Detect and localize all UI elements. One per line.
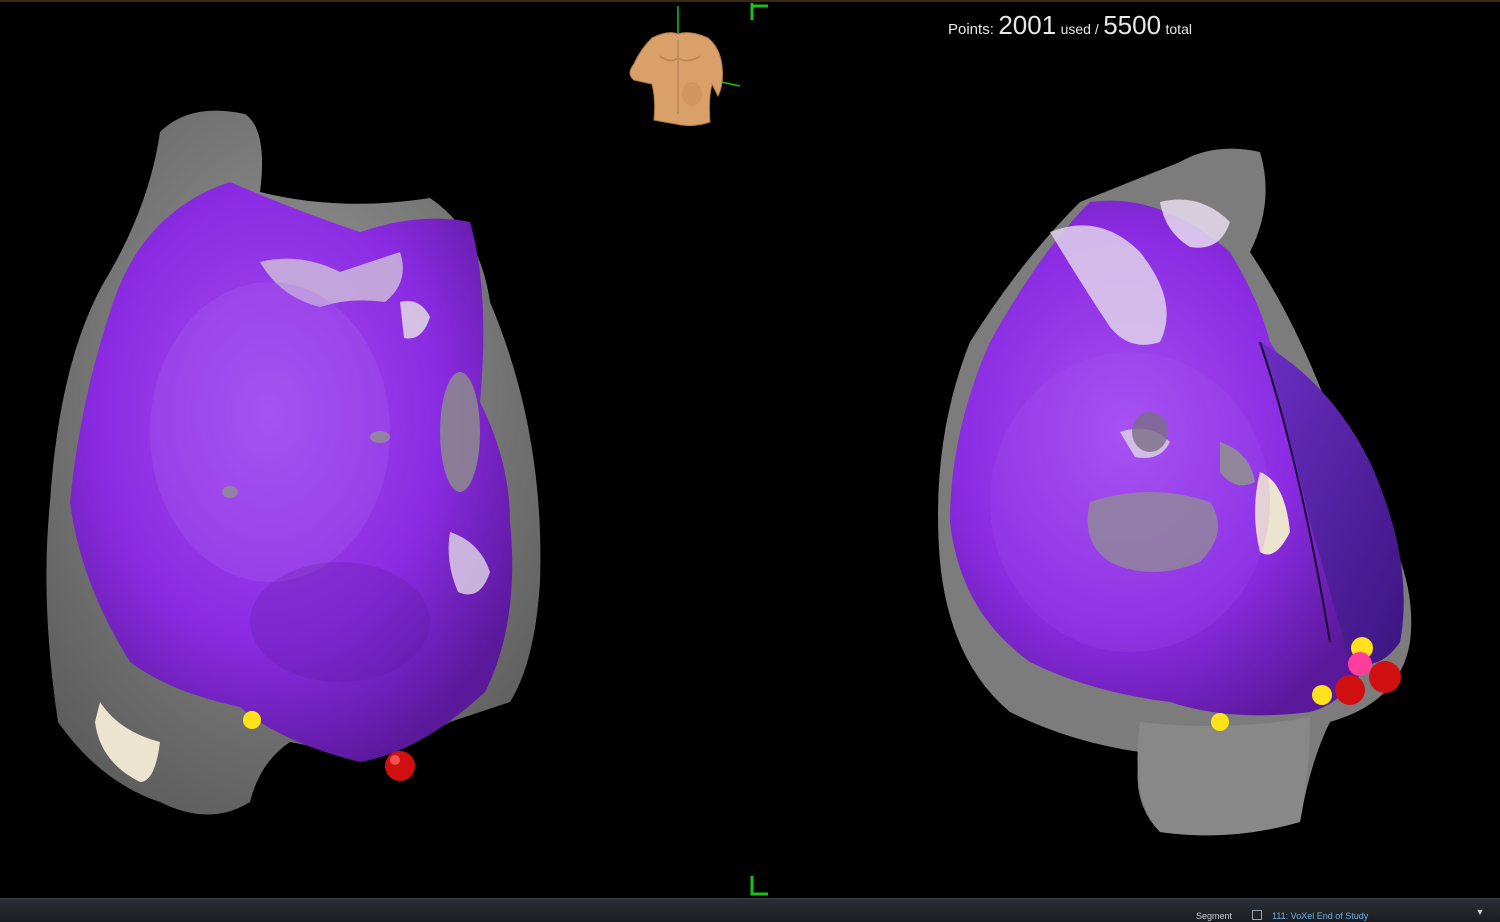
segment-icon[interactable] [1252, 910, 1262, 920]
points-prefix: Points: [948, 21, 994, 38]
segment-label: Segment [1196, 911, 1233, 921]
3d-map-viewport[interactable]: Points: 2001 used / 5500 total [0, 0, 1500, 898]
left-atrium-model-left-view[interactable] [40, 102, 560, 832]
left-atrium-model-right-view[interactable] [930, 142, 1430, 842]
points-total-label: total [1165, 21, 1192, 37]
torso-orientation-icon[interactable] [612, 4, 752, 134]
points-readout: Points: 2001 used / 5500 total [948, 10, 1192, 41]
status-bar: Segment 111: VoXel End of Study ▼ [0, 898, 1500, 922]
points-total-value: 5500 [1103, 10, 1162, 40]
chevron-down-icon[interactable]: ▼ [1470, 907, 1490, 921]
segment-value[interactable]: 111: VoXel End of Study [1272, 911, 1368, 921]
points-used-label: used / [1060, 21, 1099, 37]
crosshair-bottom-icon [750, 876, 768, 896]
points-used-value: 2001 [998, 10, 1057, 40]
